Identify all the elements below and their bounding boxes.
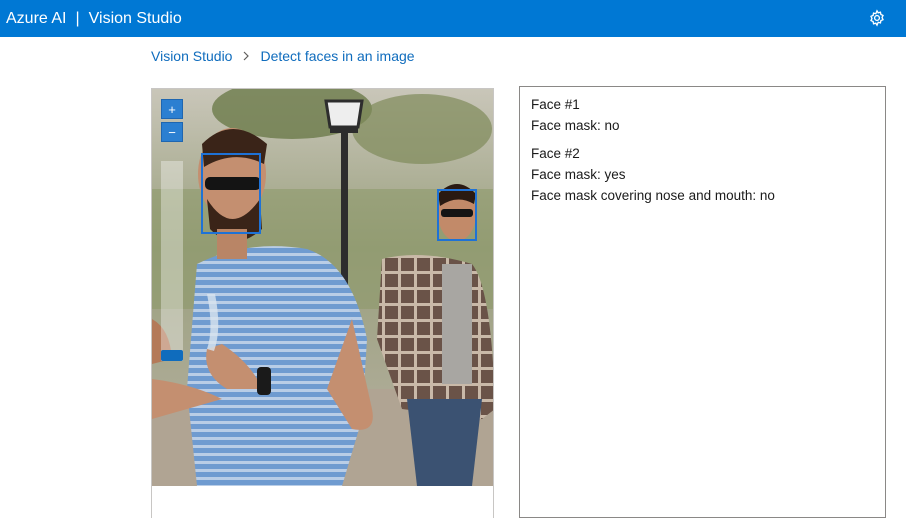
brand-separator: | [75, 9, 80, 27]
breadcrumb-current-page[interactable]: Detect faces in an image [260, 48, 414, 64]
face-result-line: Face mask covering nose and mouth: no [531, 188, 775, 203]
face-result-title: Face #2 [531, 146, 580, 161]
breadcrumb: Vision Studio Detect faces in an image [151, 48, 415, 64]
face-2-bounding-box [437, 189, 477, 241]
face-result-1: Face #1 Face mask: no [531, 94, 874, 136]
face-result-title: Face #1 [531, 97, 580, 112]
app-title: Vision Studio [88, 9, 182, 27]
zoom-slider-thumb[interactable] [161, 350, 183, 361]
detection-results-panel: Face #1 Face mask: no Face #2 Face mask:… [519, 86, 886, 518]
face-result-line: Face mask: yes [531, 167, 626, 182]
app-brand[interactable]: Azure AI | Vision Studio [6, 10, 182, 28]
zoom-slider-track[interactable] [161, 161, 183, 361]
zoom-in-button[interactable]: + [161, 99, 183, 119]
face-result-line: Face mask: no [531, 118, 620, 133]
image-viewer[interactable]: + − [151, 88, 494, 518]
brand-name: Azure AI [6, 9, 67, 27]
face-1-bounding-box [201, 153, 261, 234]
gear-icon[interactable] [868, 9, 886, 27]
breadcrumb-vision-studio-link[interactable]: Vision Studio [151, 48, 232, 64]
analyzed-photo [152, 89, 493, 486]
zoom-out-button[interactable]: − [161, 122, 183, 142]
photo-illustration [152, 89, 493, 486]
face-result-2: Face #2 Face mask: yes Face mask coverin… [531, 143, 874, 206]
chevron-right-icon [242, 51, 250, 61]
top-app-bar: Azure AI | Vision Studio [0, 0, 906, 37]
